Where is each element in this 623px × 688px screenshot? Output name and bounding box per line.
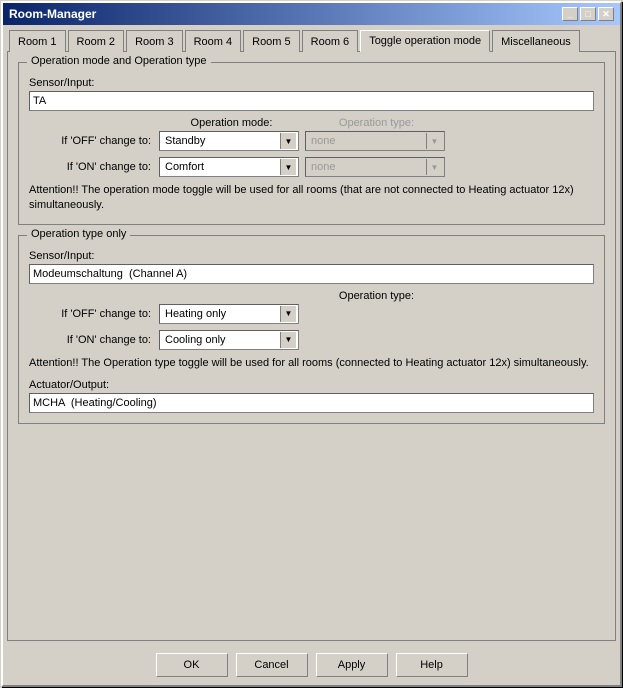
tab-room3[interactable]: Room 3 xyxy=(126,30,183,52)
off-type-arrow: ▼ xyxy=(426,133,442,149)
sensor-input-field-2[interactable] xyxy=(29,264,594,284)
on-mode-value: Comfort xyxy=(162,161,280,173)
ok-button[interactable]: OK xyxy=(156,653,228,677)
sensor-input-label-1: Sensor/Input: xyxy=(29,77,594,89)
tab-room4[interactable]: Room 4 xyxy=(185,30,242,52)
minimize-button[interactable]: _ xyxy=(562,7,578,21)
off-mode-value: Standby xyxy=(162,135,280,147)
tab-room5[interactable]: Room 5 xyxy=(243,30,300,52)
on-mode-select[interactable]: Comfort ▼ xyxy=(159,157,299,177)
on-mode-arrow: ▼ xyxy=(280,159,296,175)
on-type-arrow: ▼ xyxy=(426,159,442,175)
off-row-1: If 'OFF' change to: Standby ▼ none ▼ xyxy=(29,131,594,151)
on-label-1: If 'ON' change to: xyxy=(29,161,159,173)
title-bar: Room-Manager _ □ ✕ xyxy=(3,3,620,25)
off-mode-arrow: ▼ xyxy=(280,133,296,149)
tab-content: Operation mode and Operation type Sensor… xyxy=(7,51,616,641)
tab-room1[interactable]: Room 1 xyxy=(9,30,66,52)
title-bar-buttons: _ □ ✕ xyxy=(562,7,614,21)
headers-row-1: Operation mode: Operation type: xyxy=(29,117,594,129)
sensor-input-label-2: Sensor/Input: xyxy=(29,250,594,262)
off-row-2: If 'OFF' change to: Heating only ▼ xyxy=(29,304,594,324)
on-type-select-2[interactable]: Cooling only ▼ xyxy=(159,330,299,350)
actuator-label: Actuator/Output: xyxy=(29,379,594,391)
off-type-value: none xyxy=(308,135,426,147)
section2-title: Operation type only xyxy=(27,228,130,240)
off-type-arrow-2: ▼ xyxy=(280,306,296,322)
close-button[interactable]: ✕ xyxy=(598,7,614,21)
bottom-buttons-bar: OK Cancel Apply Help xyxy=(3,645,620,685)
section1-notice: Attention!! The operation mode toggle wi… xyxy=(29,183,594,214)
tab-bar: Room 1 Room 2 Room 3 Room 4 Room 5 Room … xyxy=(3,25,620,51)
section1-title: Operation mode and Operation type xyxy=(27,55,211,67)
on-type-arrow-2: ▼ xyxy=(280,332,296,348)
tab-toggle-operation-mode[interactable]: Toggle operation mode xyxy=(360,30,490,52)
tab-miscellaneous[interactable]: Miscellaneous xyxy=(492,30,580,52)
main-window: Room-Manager _ □ ✕ Room 1 Room 2 Room 3 … xyxy=(1,1,622,687)
maximize-button[interactable]: □ xyxy=(580,7,596,21)
op-type-header: Operation type: xyxy=(304,117,449,129)
cancel-button[interactable]: Cancel xyxy=(236,653,308,677)
off-label-2: If 'OFF' change to: xyxy=(29,308,159,320)
off-label-1: If 'OFF' change to: xyxy=(29,135,159,147)
on-row-1: If 'ON' change to: Comfort ▼ none ▼ xyxy=(29,157,594,177)
on-type-value: none xyxy=(308,161,426,173)
on-type-value-2: Cooling only xyxy=(162,334,280,346)
help-button[interactable]: Help xyxy=(396,653,468,677)
tab-room2[interactable]: Room 2 xyxy=(68,30,125,52)
section2-group: Operation type only Sensor/Input: Operat… xyxy=(18,235,605,424)
on-row-2: If 'ON' change to: Cooling only ▼ xyxy=(29,330,594,350)
op-mode-header: Operation mode: xyxy=(159,117,304,129)
off-mode-select[interactable]: Standby ▼ xyxy=(159,131,299,151)
op-type-header-2: Operation type: xyxy=(339,290,414,302)
tab-room6[interactable]: Room 6 xyxy=(302,30,359,52)
apply-button[interactable]: Apply xyxy=(316,653,388,677)
on-type-select[interactable]: none ▼ xyxy=(305,157,445,177)
off-type-value-2: Heating only xyxy=(162,308,280,320)
off-type-select[interactable]: none ▼ xyxy=(305,131,445,151)
actuator-output-field[interactable] xyxy=(29,393,594,413)
off-type-select-2[interactable]: Heating only ▼ xyxy=(159,304,299,324)
section1-group: Operation mode and Operation type Sensor… xyxy=(18,62,605,225)
window-title: Room-Manager xyxy=(9,7,96,21)
on-label-2: If 'ON' change to: xyxy=(29,334,159,346)
sensor-input-field-1[interactable] xyxy=(29,91,594,111)
section2-notice: Attention!! The Operation type toggle wi… xyxy=(29,356,594,371)
